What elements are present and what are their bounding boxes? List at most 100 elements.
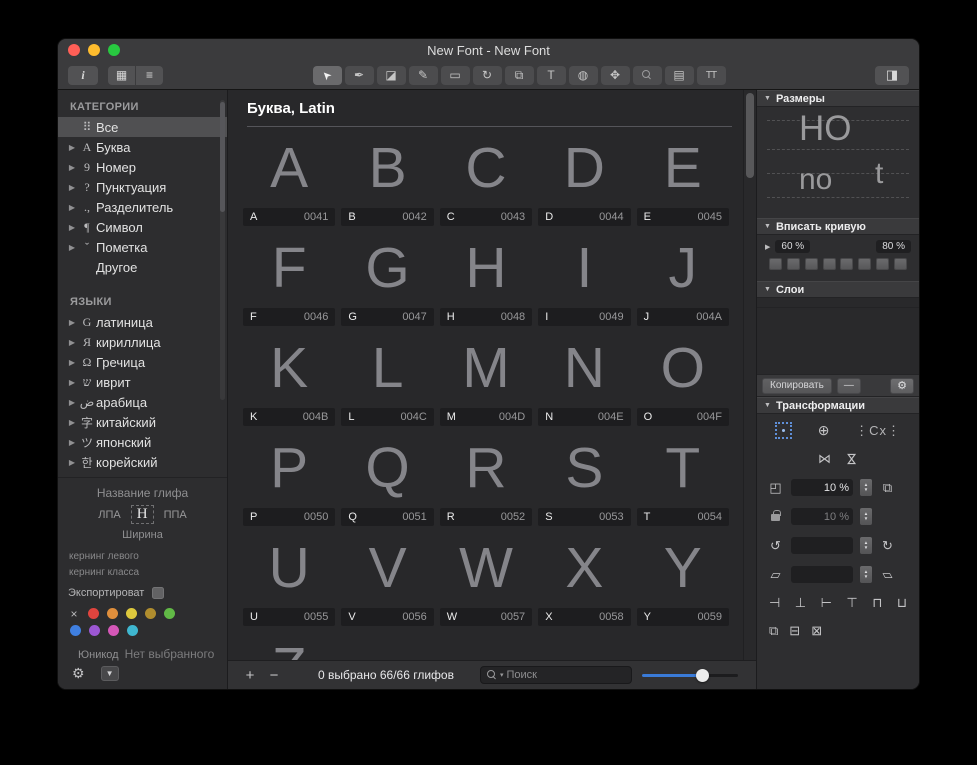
disclosure-right-icon[interactable]: ▶: [66, 163, 78, 172]
slant-right-icon[interactable]: ▱: [879, 567, 896, 583]
scale-stepper[interactable]: [860, 479, 872, 496]
measurement-tool[interactable]: ▤: [665, 66, 694, 85]
search-scope-chevron-icon[interactable]: ▾: [500, 671, 504, 679]
glyph-name-field[interactable]: Название глифа: [68, 486, 217, 500]
color-label-dot-1[interactable]: [107, 608, 118, 619]
hand-tool[interactable]: ✥: [601, 66, 630, 85]
sidebar-item-letter[interactable]: ▶AБуква: [58, 137, 227, 157]
layers-list[interactable]: [757, 298, 919, 374]
layers-gear-button[interactable]: ⚙: [890, 378, 914, 394]
glyph-cell-J[interactable]: JJ004A: [634, 229, 732, 329]
color-label-dot-0[interactable]: [88, 608, 99, 619]
list-view-button[interactable]: ≡: [136, 66, 163, 85]
vertical-scrollbar[interactable]: [743, 90, 756, 660]
glyph-cell-Q[interactable]: QQ0051: [338, 429, 436, 529]
align-right-icon[interactable]: ⊢: [821, 595, 832, 611]
disclosure-right-icon[interactable]: ▶: [66, 458, 78, 467]
disclosure-right-icon[interactable]: ▶: [66, 418, 78, 427]
sidebar-item-symbol[interactable]: ▶¶Символ: [58, 217, 227, 237]
glyph-cell-O[interactable]: OO004F: [634, 329, 732, 429]
sidebar-item-greek[interactable]: ▶ΩГречица: [58, 352, 227, 372]
metrics-tool[interactable]: TT: [697, 66, 726, 85]
zoom-tool[interactable]: [633, 66, 662, 85]
rotate-cw-icon[interactable]: ↻: [879, 538, 896, 554]
path-subtract-icon[interactable]: ⊟: [789, 623, 800, 639]
glyph-cell-U[interactable]: UU0055: [240, 529, 338, 629]
primitives-tool[interactable]: ▭: [441, 66, 470, 85]
sidebar-item-hindi[interactable]: ▶अхинди: [58, 472, 227, 477]
rotate-tool[interactable]: ↻: [473, 66, 502, 85]
info-button[interactable]: i: [68, 66, 98, 85]
align-top-icon[interactable]: ⊤: [846, 595, 857, 611]
glyph-cell-G[interactable]: GG0047: [338, 229, 436, 329]
eraser-tool[interactable]: ◪: [377, 66, 406, 85]
path-intersect-icon[interactable]: ⊠: [811, 623, 822, 639]
text-tool[interactable]: T: [537, 66, 566, 85]
fit-curve-max-field[interactable]: 80 %: [876, 240, 911, 253]
glyph-cell-D[interactable]: DD0044: [535, 129, 633, 229]
path-union-icon[interactable]: ⧉: [769, 623, 778, 639]
remove-layer-button[interactable]: —: [837, 378, 861, 394]
clear-color-button[interactable]: ×: [68, 607, 80, 621]
select-tool[interactable]: ➤: [313, 66, 342, 85]
disclosure-down-icon[interactable]: ▼: [764, 286, 771, 293]
sidebar-toggle-button[interactable]: ◨: [875, 66, 909, 85]
color-label-dot-7[interactable]: [108, 625, 119, 636]
sidebar-item-other[interactable]: Другое: [58, 257, 227, 277]
add-glyph-button[interactable]: +: [242, 667, 258, 684]
glyph-cell-C[interactable]: CC0043: [437, 129, 535, 229]
rotate-ccw-icon[interactable]: ↺: [767, 538, 784, 554]
scale-input[interactable]: 10 %: [791, 479, 853, 496]
glyph-cell-R[interactable]: RR0052: [437, 429, 535, 529]
color-label-dot-8[interactable]: [127, 625, 138, 636]
glyph-cell-T[interactable]: TT0054: [634, 429, 732, 529]
disclosure-right-icon[interactable]: ▶: [66, 398, 78, 407]
fit-curve-min-field[interactable]: 60 %: [775, 240, 810, 253]
glyph-cell-P[interactable]: PP0050: [240, 429, 338, 529]
glyph-cell-S[interactable]: SS0053: [535, 429, 633, 529]
flip-horizontal-icon[interactable]: ⋈: [818, 451, 831, 467]
grid-view-button[interactable]: ▦: [108, 66, 135, 85]
fit-curve-step-7[interactable]: [876, 258, 889, 270]
copy-layer-button[interactable]: Копировать: [762, 378, 832, 394]
layers-section-header[interactable]: ▼ Слои: [757, 281, 919, 298]
glyph-cell-K[interactable]: KK004B: [240, 329, 338, 429]
sidebar-item-punctuation[interactable]: ▶?Пунктуация: [58, 177, 227, 197]
glyph-cell-I[interactable]: II0049: [535, 229, 633, 329]
disclosure-right-icon[interactable]: ▶: [66, 203, 78, 212]
glyph-info-badge-button[interactable]: ▼: [101, 666, 119, 681]
dimensions-section-header[interactable]: ▼ Размеры: [757, 90, 919, 107]
flip-vertical-icon[interactable]: ⋈: [844, 453, 860, 466]
disclosure-right-icon[interactable]: ▶: [66, 358, 78, 367]
fit-curve-step-3[interactable]: [805, 258, 818, 270]
disclosure-right-icon[interactable]: ▶: [66, 318, 78, 327]
fit-curve-step-5[interactable]: [840, 258, 853, 270]
sidebar-item-cyrillic[interactable]: ▶Якириллица: [58, 332, 227, 352]
vertical-scrollbar-thumb[interactable]: [746, 93, 754, 178]
transform-origin-icon[interactable]: [775, 422, 792, 439]
glyph-cell-M[interactable]: MM004D: [437, 329, 535, 429]
fit-curve-step-6[interactable]: [858, 258, 871, 270]
fit-curve-step-2[interactable]: [787, 258, 800, 270]
pen-tool[interactable]: ✒: [345, 66, 374, 85]
transform-metrics-center-icon[interactable]: ⋮Cx⋮: [855, 423, 901, 439]
color-label-dot-6[interactable]: [89, 625, 100, 636]
sidebar-item-korean[interactable]: ▶한корейский: [58, 452, 227, 472]
export-checkbox[interactable]: [152, 587, 164, 599]
align-vertical-center-icon[interactable]: ⊓: [872, 595, 882, 611]
disclosure-right-icon[interactable]: ▶: [66, 243, 78, 252]
scale-vertical-input[interactable]: 10 %: [791, 508, 853, 525]
fit-curve-section-header[interactable]: ▼ Вписать кривую: [757, 218, 919, 235]
slant-left-icon[interactable]: ▱: [767, 567, 784, 583]
sidebar-item-mark[interactable]: ▶ˇПометка: [58, 237, 227, 257]
sidebar-item-hebrew[interactable]: ▶שиврит: [58, 372, 227, 392]
transformations-section-header[interactable]: ▼ Трансформации: [757, 397, 919, 414]
search-input[interactable]: ▾ Поиск: [480, 666, 632, 684]
fit-curve-step-1[interactable]: [769, 258, 782, 270]
close-button[interactable]: [68, 44, 80, 56]
slant-stepper[interactable]: [860, 566, 872, 583]
glyph-cell-X[interactable]: XX0058: [535, 529, 633, 629]
glyph-cell-E[interactable]: EE0045: [634, 129, 732, 229]
fit-curve-step-4[interactable]: [823, 258, 836, 270]
pencil-tool[interactable]: ✎: [409, 66, 438, 85]
